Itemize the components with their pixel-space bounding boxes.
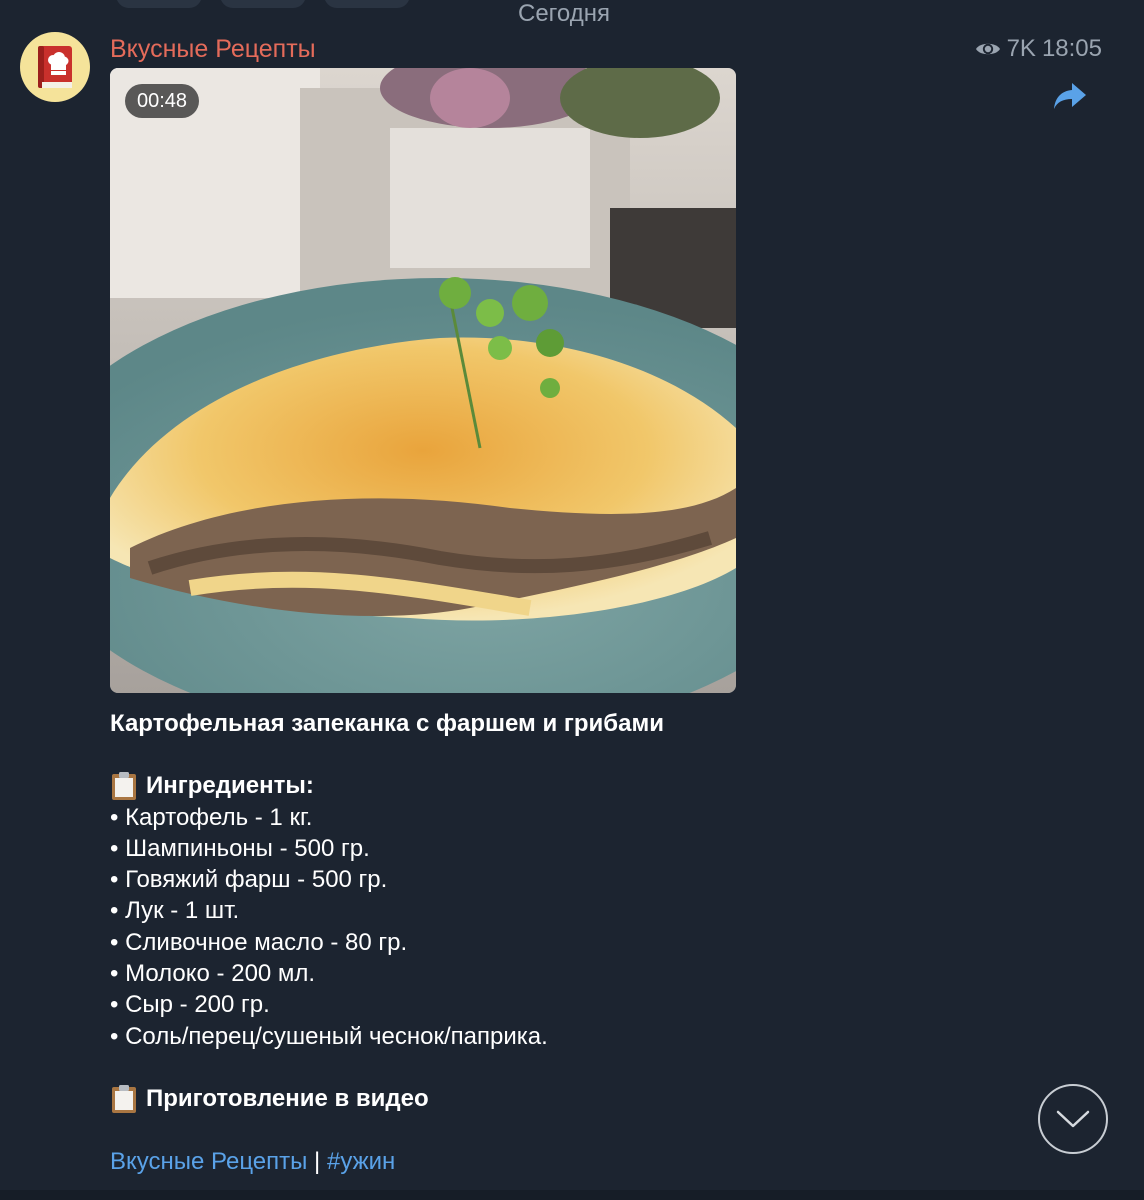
cookbook-chef-icon xyxy=(38,46,72,88)
ingredient-item: • Лук - 1 шт. xyxy=(110,897,240,925)
channel-link[interactable]: Вкусные Рецепты xyxy=(110,1148,307,1175)
eye-icon xyxy=(975,40,1001,58)
view-count: 7K xyxy=(1006,35,1036,62)
date-header: Сегодня xyxy=(518,0,610,27)
clipboard-icon xyxy=(112,771,136,800)
hashtag-link[interactable]: #ужин xyxy=(327,1148,395,1175)
ingredients-heading: Ингредиенты: xyxy=(110,770,1010,801)
channel-name[interactable]: Вкусные Рецепты xyxy=(110,34,316,64)
video-thumbnail xyxy=(110,68,736,693)
post-title: Картофельная запеканка с фаршем и грибам… xyxy=(110,710,664,737)
channel-avatar[interactable] xyxy=(20,32,90,102)
ingredient-item: • Сыр - 200 гр. xyxy=(110,991,270,1019)
chevron-down-icon xyxy=(1056,1110,1090,1128)
clipboard-icon xyxy=(112,1084,136,1113)
post-footer: Вкусные Рецепты | #ужин xyxy=(110,1146,395,1177)
video-duration-badge: 00:48 xyxy=(125,84,200,118)
share-arrow-icon xyxy=(1054,83,1086,109)
ingredient-item: • Картофель - 1 кг. xyxy=(110,803,313,831)
post-text: Картофельная запеканка с фаршем и грибам… xyxy=(110,708,1010,1114)
share-button[interactable] xyxy=(1050,78,1090,114)
video-player[interactable]: 00:48 xyxy=(110,68,736,693)
bottom-strip xyxy=(0,1190,1144,1200)
post-time: 18:05 xyxy=(1041,35,1102,62)
ingredient-item: • Шампиньоны - 500 гр. xyxy=(110,834,370,862)
footer-separator: | xyxy=(307,1148,327,1175)
scroll-down-button[interactable] xyxy=(1038,1084,1108,1154)
ingredient-item: • Соль/перец/сушеный чеснок/паприка. xyxy=(110,1022,548,1050)
preparation-heading-text: Приготовление в видео xyxy=(146,1084,429,1112)
ingredient-item: • Говяжий фарш - 500 гр. xyxy=(110,866,388,894)
preparation-heading: Приготовление в видео xyxy=(110,1083,1010,1114)
post-meta: 7K 18:05 xyxy=(975,34,1102,64)
ingredient-item: • Сливочное масло - 80 гр. xyxy=(110,928,408,956)
ingredients-heading-text: Ингредиенты: xyxy=(146,772,314,800)
ingredient-item: • Молоко - 200 мл. xyxy=(110,960,316,988)
